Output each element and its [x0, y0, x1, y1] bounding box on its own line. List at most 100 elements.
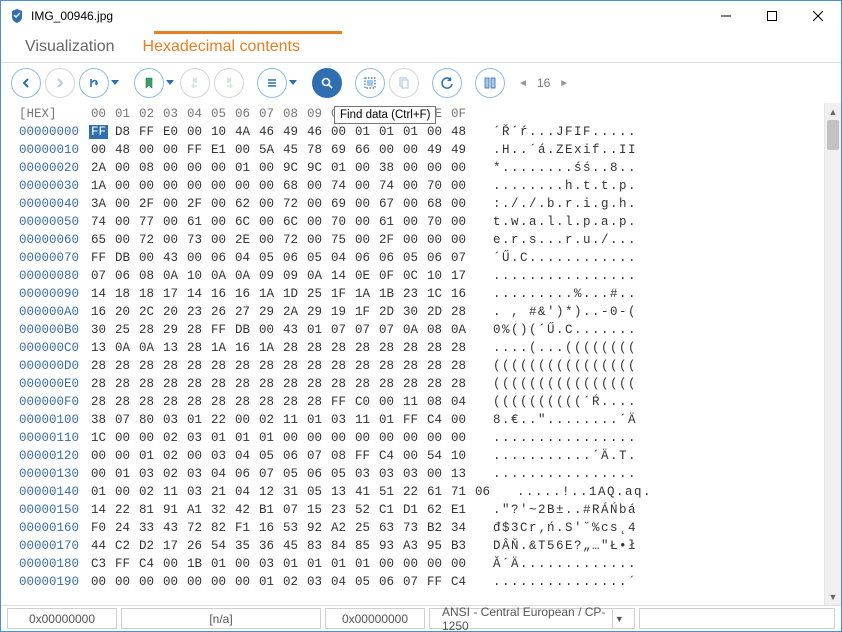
ascii-cell[interactable]: .: [538, 285, 547, 303]
ascii-cell[interactable]: .: [520, 195, 529, 213]
ascii-cell[interactable]: .: [529, 447, 538, 465]
ascii-cell[interactable]: .: [574, 231, 583, 249]
hex-cell[interactable]: 00: [403, 447, 427, 465]
hex-cell[interactable]: 61: [379, 213, 403, 231]
ascii-cell[interactable]: &: [538, 303, 547, 321]
hex-cell[interactable]: 17: [451, 267, 475, 285]
ascii-cell[interactable]: Ł: [610, 537, 619, 555]
hex-cell[interactable]: 14: [187, 285, 211, 303]
ascii-cell[interactable]: .: [592, 555, 601, 573]
hex-cell[interactable]: 16: [91, 303, 115, 321]
ascii-cell[interactable]: (: [529, 393, 538, 411]
hex-cell[interactable]: 28: [259, 357, 283, 375]
hex-cell[interactable]: 00: [379, 141, 403, 159]
hex-cell[interactable]: 16: [259, 519, 283, 537]
hex-cell[interactable]: 01: [91, 483, 115, 501]
hex-cell[interactable]: 02: [259, 411, 283, 429]
ascii-cell[interactable]: [520, 303, 529, 321]
hex-cell[interactable]: 48: [115, 141, 139, 159]
ascii-cell[interactable]: á: [628, 501, 637, 519]
hex-cell[interactable]: 00: [211, 195, 235, 213]
hex-cell[interactable]: 19: [331, 303, 355, 321]
ascii-cell[interactable]: (: [493, 375, 502, 393]
hex-cell[interactable]: 28: [187, 339, 211, 357]
ascii-cell[interactable]: .: [556, 465, 565, 483]
ascii-cell[interactable]: (: [628, 303, 637, 321]
hex-cell[interactable]: 00: [307, 231, 331, 249]
ascii-cell[interactable]: .: [592, 573, 601, 591]
hex-cell[interactable]: C4: [427, 411, 451, 429]
hex-cell[interactable]: 00: [139, 177, 163, 195]
ascii-cell[interactable]: .: [628, 159, 637, 177]
hex-cell[interactable]: 1B: [379, 285, 403, 303]
hex-cell[interactable]: 28: [307, 357, 331, 375]
hex-cell[interactable]: C4: [139, 555, 163, 573]
ascii-cell[interactable]: ´: [583, 393, 592, 411]
ascii-cell[interactable]: *: [565, 303, 574, 321]
ascii-cell[interactable]: .: [592, 465, 601, 483]
hex-cell[interactable]: 00: [187, 573, 211, 591]
hex-cell[interactable]: 00: [451, 159, 475, 177]
hex-cell[interactable]: 0F: [379, 267, 403, 285]
hex-cell[interactable]: 85: [355, 537, 379, 555]
ascii-cell[interactable]: Z: [556, 141, 565, 159]
hex-cell[interactable]: 03: [259, 555, 283, 573]
hex-cell[interactable]: 28: [187, 375, 211, 393]
hex-cell[interactable]: 07: [403, 573, 427, 591]
ascii-cell[interactable]: /: [529, 195, 538, 213]
hex-cell[interactable]: A2: [331, 519, 355, 537]
ascii-cell[interactable]: Ű: [547, 321, 556, 339]
ascii-cell[interactable]: F: [583, 123, 592, 141]
ascii-cell[interactable]: .: [547, 555, 556, 573]
hex-cell[interactable]: 00: [139, 429, 163, 447]
hex-cell[interactable]: 03: [187, 483, 211, 501]
hex-cell[interactable]: 04: [211, 465, 235, 483]
ascii-cell[interactable]: (: [583, 357, 592, 375]
hex-cell[interactable]: 00: [403, 429, 427, 447]
hex-cell[interactable]: 00: [91, 447, 115, 465]
ascii-cell[interactable]: h: [619, 195, 628, 213]
hex-cell[interactable]: 01: [355, 123, 379, 141]
hex-cell[interactable]: 28: [283, 393, 307, 411]
ascii-cell[interactable]: .: [592, 213, 601, 231]
ascii-cell[interactable]: .: [529, 429, 538, 447]
hex-cell[interactable]: E1: [211, 141, 235, 159]
hex-cell[interactable]: FF: [187, 141, 211, 159]
hex-cell[interactable]: 05: [283, 465, 307, 483]
ascii-cell[interactable]: .: [610, 141, 619, 159]
ascii-cell[interactable]: .: [511, 177, 520, 195]
ascii-cell[interactable]: .: [520, 285, 529, 303]
hex-cell[interactable]: 02: [283, 573, 307, 591]
ascii-cell[interactable]: .: [520, 465, 529, 483]
ascii-cell[interactable]: (: [592, 357, 601, 375]
ascii-cell[interactable]: .: [610, 573, 619, 591]
ascii-cell[interactable]: .: [592, 303, 601, 321]
hex-cell[interactable]: 14: [331, 267, 355, 285]
ascii-cell[interactable]: .: [547, 123, 556, 141]
ascii-cell[interactable]: .: [556, 249, 565, 267]
ascii-cell[interactable]: ´: [619, 411, 628, 429]
ascii-cell[interactable]: .: [628, 195, 637, 213]
hex-cell[interactable]: FF: [211, 321, 235, 339]
hex-row[interactable]: 000000403A002F002F0062007200690067006800…: [19, 195, 824, 213]
hex-cell[interactable]: 04: [235, 483, 259, 501]
ascii-cell[interactable]: (: [538, 357, 547, 375]
hex-cell[interactable]: 05: [259, 249, 283, 267]
hex-cell[interactable]: 04: [451, 393, 475, 411]
ascii-cell[interactable]: :: [493, 195, 502, 213]
ascii-cell[interactable]: (: [565, 339, 574, 357]
ascii-cell[interactable]: .: [520, 555, 529, 573]
hex-cell[interactable]: 28: [307, 339, 331, 357]
hex-cell[interactable]: 07: [355, 321, 379, 339]
ascii-cell[interactable]: .: [493, 339, 502, 357]
ascii-cell[interactable]: r: [565, 231, 574, 249]
hex-cell[interactable]: 06: [211, 249, 235, 267]
ascii-cell[interactable]: .: [529, 159, 538, 177]
ascii-cell[interactable]: 8: [610, 159, 619, 177]
hex-cell[interactable]: 00: [355, 177, 379, 195]
hex-cell[interactable]: 01: [139, 447, 163, 465]
hex-row[interactable]: 000000E028282828282828282828282828282828…: [19, 375, 824, 393]
ascii-cell[interactable]: r: [565, 195, 574, 213]
ascii-cell[interactable]: .: [511, 159, 520, 177]
hex-cell[interactable]: 08: [427, 393, 451, 411]
